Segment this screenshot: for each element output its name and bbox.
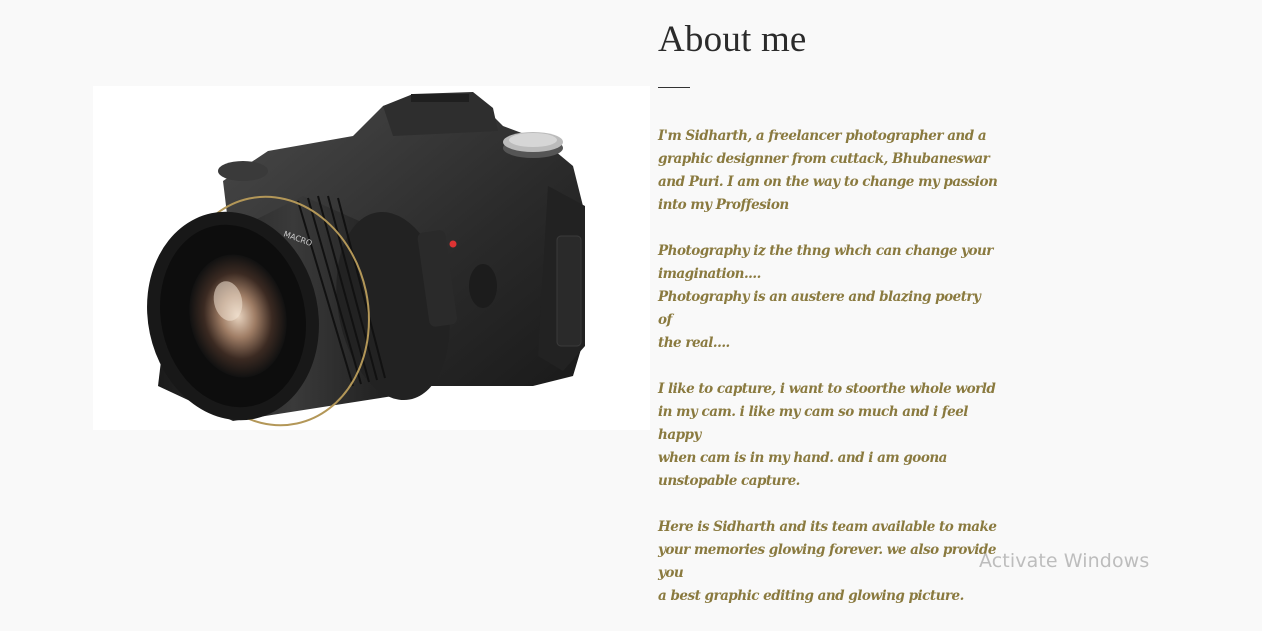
about-paragraph: I like to capture, i want to stoorthe wh… [658,381,996,489]
about-paragraph: Photography iz the thng whch can change … [658,243,993,351]
camera-photo: MACRO [93,86,650,430]
camera-icon: MACRO [147,92,585,427]
about-paragraph: Here is Sidharth and its team available … [658,519,997,604]
about-section: About me I'm Sidharth, a freelancer phot… [658,18,998,631]
page-title: About me [658,19,807,60]
title-divider [658,87,690,88]
activate-windows-watermark: Activate Windows [979,550,1150,572]
about-paragraph: I'm Sidharth, a freelancer photographer … [658,128,998,213]
